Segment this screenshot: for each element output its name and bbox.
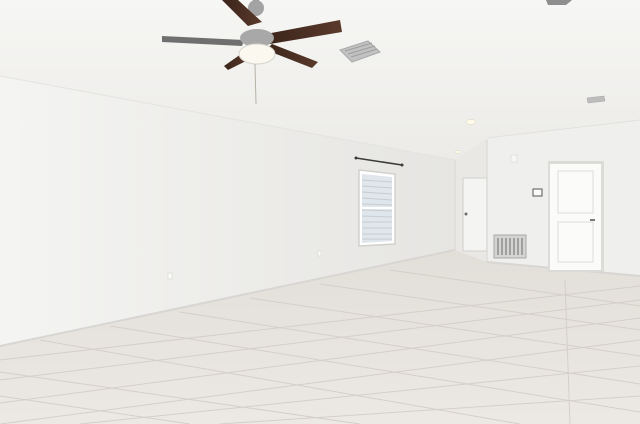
fan-light-globe [238, 43, 276, 65]
interior-door [548, 161, 604, 272]
floor-vent [493, 234, 527, 259]
door-handle [590, 219, 595, 221]
door-knob [464, 212, 468, 216]
wall-switch [510, 154, 518, 163]
exterior-door [462, 177, 488, 252]
room-illustration [0, 0, 640, 424]
recessed-light [454, 150, 462, 154]
window-with-blinds [358, 169, 396, 247]
recessed-light [465, 119, 477, 125]
room-photo [0, 0, 640, 424]
wall-outlet [167, 272, 173, 280]
curtain-rod-finial [354, 156, 358, 160]
thermostat [532, 188, 543, 197]
curtain-rod-finial [400, 163, 404, 167]
wall-outlet [317, 250, 322, 257]
